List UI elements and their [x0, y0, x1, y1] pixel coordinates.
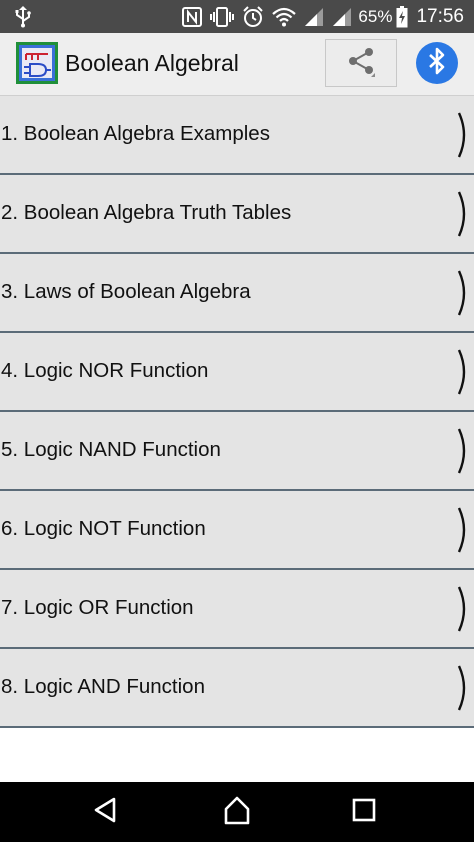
list-item-label: 5. Logic NAND Function — [1, 438, 221, 461]
list-item-label: 4. Logic NOR Function — [1, 359, 209, 382]
home-icon — [222, 795, 252, 830]
status-bar: 65% 17:56 — [0, 0, 474, 33]
list-item[interactable]: 7. Logic OR Function — [0, 570, 474, 649]
recents-icon — [352, 798, 376, 827]
home-button[interactable] — [220, 795, 254, 829]
vibrate-icon — [210, 6, 235, 27]
list-item[interactable]: 6. Logic NOT Function — [0, 491, 474, 570]
bluetooth-button[interactable] — [416, 42, 458, 84]
chevron-right-icon — [457, 269, 471, 322]
chevron-right-icon — [457, 190, 471, 243]
list-item-label: 3. Laws of Boolean Algebra — [1, 280, 251, 303]
logic-gate-app-icon — [16, 42, 58, 84]
list-item-label: 1. Boolean Algebra Examples — [1, 122, 270, 145]
chevron-right-icon — [457, 506, 471, 559]
signal-icon-2 — [332, 7, 352, 27]
clock: 17:56 — [416, 5, 464, 27]
share-icon — [345, 45, 377, 82]
back-icon — [92, 796, 118, 829]
list-item-label: 2. Boolean Algebra Truth Tables — [1, 201, 292, 224]
back-button[interactable] — [88, 795, 122, 829]
status-icons: 65% 17:56 — [174, 0, 464, 33]
chevron-right-icon — [457, 585, 471, 638]
battery-percent: 65% — [358, 6, 393, 26]
list-item[interactable]: 4. Logic NOR Function — [0, 333, 474, 412]
usb-icon — [14, 6, 32, 33]
bluetooth-icon — [426, 47, 448, 80]
list-item-label: 7. Logic OR Function — [1, 596, 194, 619]
app-title: Boolean Algebral — [65, 50, 239, 76]
app-bar: Boolean Algebral — [0, 33, 474, 96]
list-item-label: 8. Logic AND Function — [1, 675, 205, 698]
battery-icon — [396, 5, 408, 28]
wifi-icon — [272, 7, 297, 27]
alarm-icon — [242, 5, 264, 28]
list-item[interactable]: 5. Logic NAND Function — [0, 412, 474, 491]
share-button[interactable] — [325, 39, 397, 87]
signal-icon — [304, 7, 324, 27]
list-item[interactable]: 8. Logic AND Function — [0, 649, 474, 728]
list-item[interactable]: 1. Boolean Algebra Examples — [0, 96, 474, 175]
topic-list: 1. Boolean Algebra Examples 2. Boolean A… — [0, 96, 474, 728]
chevron-right-icon — [457, 111, 471, 164]
recents-button[interactable] — [347, 795, 381, 829]
list-item-label: 6. Logic NOT Function — [1, 517, 206, 540]
nfc-icon — [182, 6, 203, 27]
chevron-right-icon — [457, 427, 471, 480]
list-item[interactable]: 3. Laws of Boolean Algebra — [0, 254, 474, 333]
chevron-right-icon — [457, 664, 471, 717]
list-item[interactable]: 2. Boolean Algebra Truth Tables — [0, 175, 474, 254]
system-nav-bar — [0, 782, 474, 842]
chevron-right-icon — [457, 348, 471, 401]
